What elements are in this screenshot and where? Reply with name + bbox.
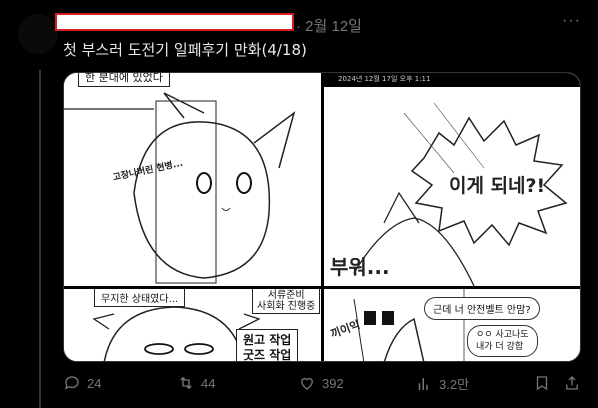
reply-icon <box>64 376 79 390</box>
speech-bubble-2: ㅇㅇ 사고나도 내가 더 강함 <box>467 325 538 357</box>
speech-bubble-1: 근데 너 안전벨트 안맘? <box>424 297 540 320</box>
more-icon[interactable]: ··· <box>562 12 581 30</box>
views-count: 3.2만 <box>439 377 470 392</box>
share-button[interactable] <box>563 374 581 392</box>
work-line: 굿즈 작업 <box>243 348 292 362</box>
comic-panel-bottom-left: 무지한 상태였다... 서류준비 사회화 진행중 원고 작업 굿즈 작업 <box>64 289 321 362</box>
redacted-username <box>55 13 294 31</box>
bookmark-icon <box>536 376 548 391</box>
sfx-top-right: 부워... <box>330 255 390 279</box>
bookmark-button[interactable] <box>533 374 551 392</box>
work-line: 원고 작업 <box>243 333 292 347</box>
comic-panel-bottom-right: 근데 너 안전벨트 안맘? ㅇㅇ 사고나도 내가 더 강함 끼이익 <box>324 289 580 361</box>
views-icon <box>418 377 428 390</box>
reply-button[interactable]: 24 <box>63 374 101 392</box>
post-time[interactable]: · 2월 12일 <box>296 15 362 36</box>
post-text: 첫 부스러 도전기 일페후기 만화(4/18) <box>63 41 307 59</box>
action-bar: 24 44 392 3.2만 <box>63 374 581 394</box>
views-button[interactable]: 3.2만 <box>415 374 469 393</box>
bubble-line: ㅇㅇ 사고나도 <box>476 330 529 340</box>
like-icon <box>301 377 313 390</box>
share-icon <box>566 376 578 390</box>
avatar[interactable] <box>18 14 58 54</box>
repost-icon <box>180 376 192 390</box>
comic-image[interactable]: 한 분대에 있었다 고장나버린 현병... 2024년 12월 17일 오후 1… <box>63 72 581 362</box>
panel-divider-vertical <box>321 73 324 361</box>
caption-line: 사회화 진행중 <box>257 301 316 312</box>
repost-button[interactable]: 44 <box>177 374 215 392</box>
girl-drawing-1 <box>64 92 296 284</box>
work-caption: 원고 작업 굿즈 작업 <box>236 329 299 362</box>
thread-line <box>39 70 41 408</box>
reply-count: 24 <box>87 375 102 391</box>
caption-bottom-left-1: 무지한 상태였다... <box>94 289 186 307</box>
bubble-line: 내가 더 강함 <box>476 342 524 352</box>
repost-count: 44 <box>201 375 216 391</box>
comic-panel-top-right: 2024년 12월 17일 오후 1:11 이게 되네?! 부워... <box>324 73 580 286</box>
caption-line: 서류준비 <box>267 290 305 301</box>
comic-panel-top-left: 한 분대에 있었다 고장나버린 현병... <box>64 73 321 286</box>
caption-bottom-left-2: 서류준비 사회화 진행중 <box>252 289 321 314</box>
like-count: 392 <box>322 375 344 391</box>
caption-top-left: 한 분대에 있었다 <box>78 73 170 87</box>
exclaim-text: 이게 되네?! <box>449 175 546 197</box>
like-button[interactable]: 392 <box>298 374 344 392</box>
